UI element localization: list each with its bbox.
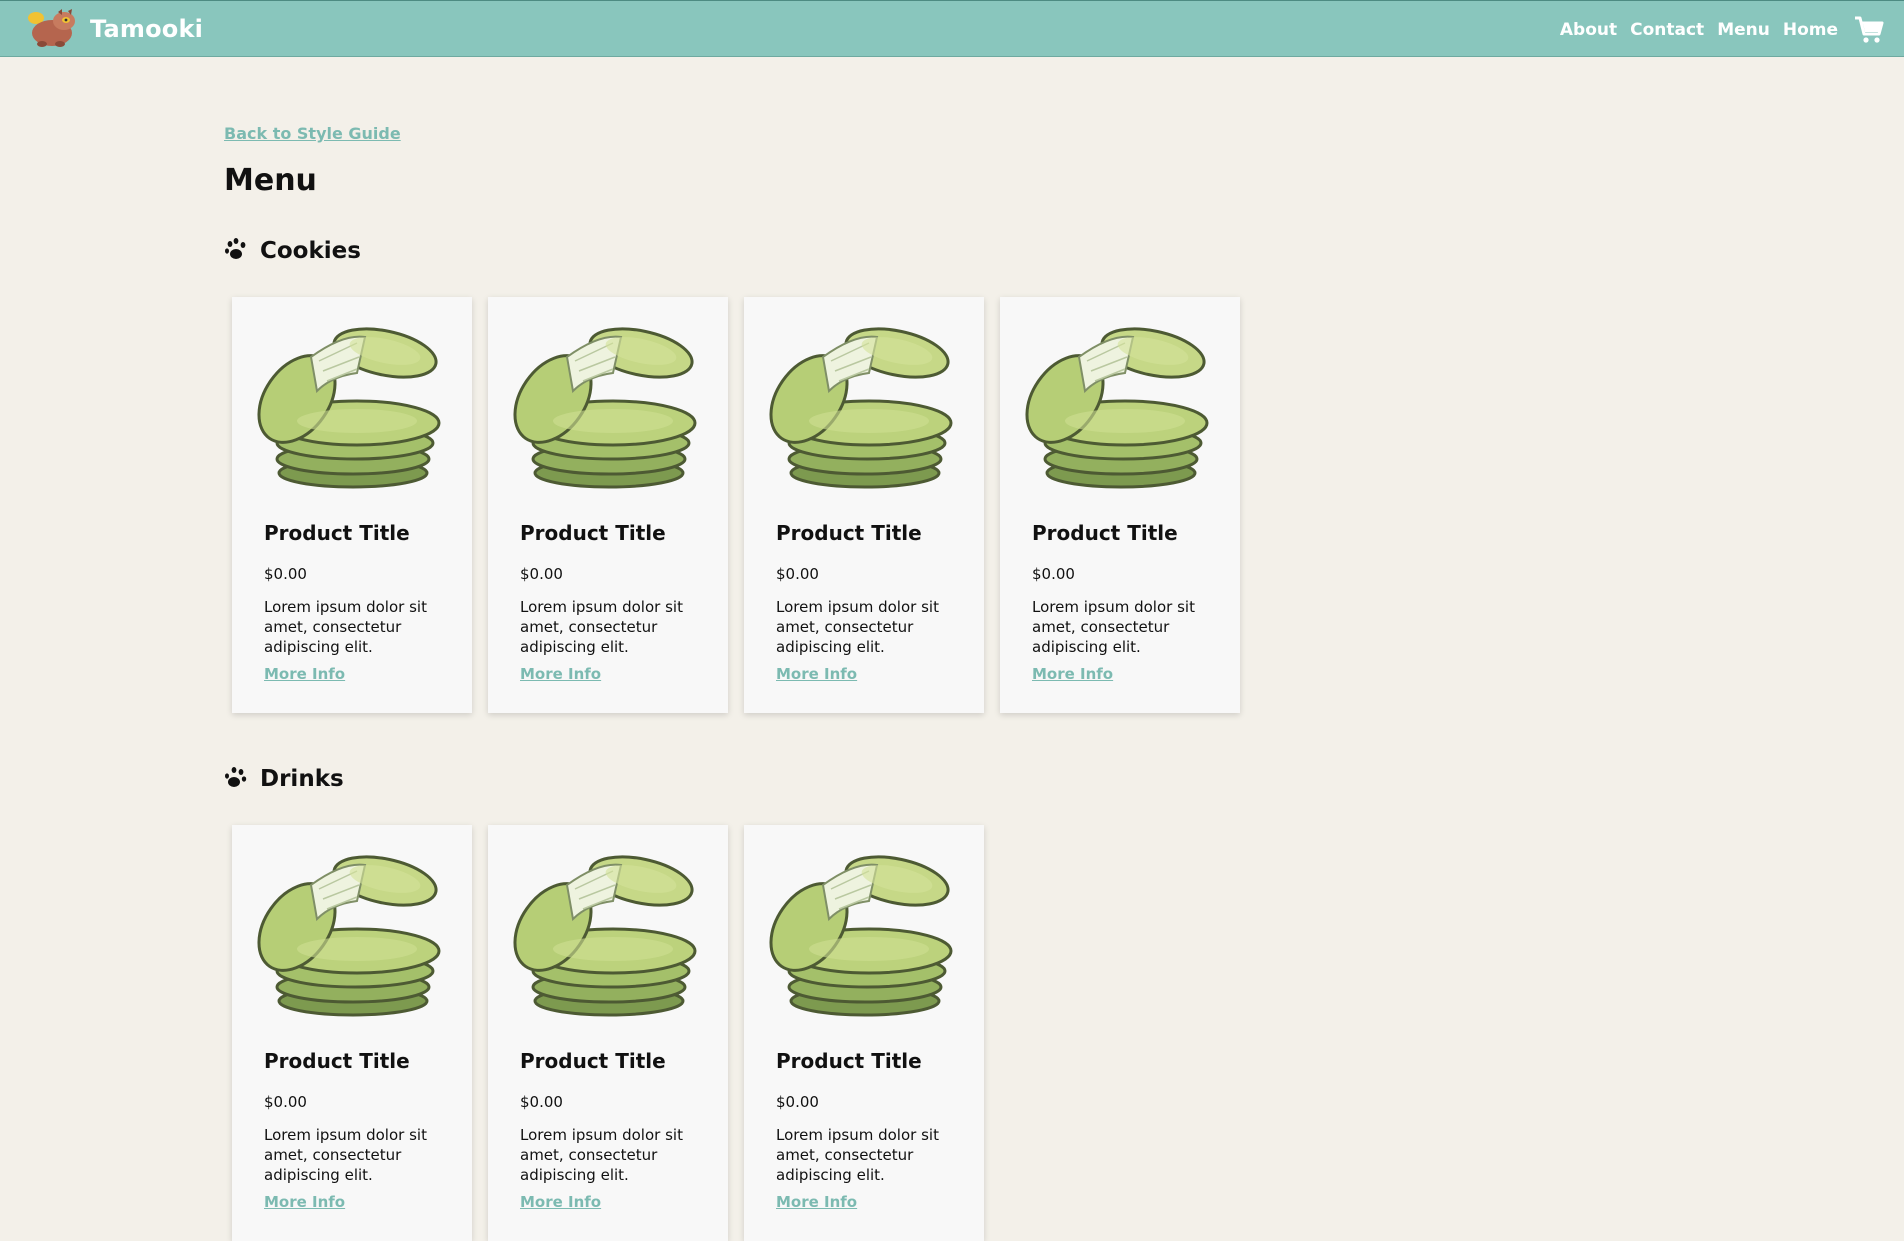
nav-menu[interactable]: Menu [1717, 20, 1770, 40]
product-description: Lorem ipsum dolor sit amet, consectetur … [520, 598, 683, 656]
cookie-stack-image [257, 321, 441, 491]
product-card: Product Title $0.00 Lorem ipsum dolor si… [744, 297, 984, 713]
product-card: Product Title $0.00 Lorem ipsum dolor si… [232, 825, 472, 1241]
section-drinks: Drinks Product Title $0.00 Lorem ipsum d… [224, 762, 984, 1241]
product-description: Lorem ipsum dolor sit amet, consectetur … [264, 598, 427, 656]
product-description: Lorem ipsum dolor sit amet, consectetur … [520, 1126, 683, 1184]
more-info-link[interactable]: More Info [264, 1193, 345, 1211]
product-price: $0.00 [1032, 565, 1075, 583]
product-title: Product Title [520, 1049, 666, 1073]
product-description: Lorem ipsum dolor sit amet, consectetur … [1032, 598, 1195, 656]
section-cookies: Cookies Product Title $0.00 Lorem ipsum … [224, 234, 1240, 713]
paw-print-icon [224, 764, 260, 794]
product-card: Product Title $0.00 Lorem ipsum dolor si… [744, 825, 984, 1241]
product-title: Product Title [1032, 521, 1178, 545]
product-description: Lorem ipsum dolor sit amet, consectetur … [776, 1126, 939, 1184]
product-description: Lorem ipsum dolor sit amet, consectetur … [776, 598, 939, 656]
section-header: Cookies [224, 234, 361, 268]
product-title: Product Title [264, 1049, 410, 1073]
more-info-link[interactable]: More Info [520, 665, 601, 683]
product-price: $0.00 [520, 565, 563, 583]
more-info-link[interactable]: More Info [520, 1193, 601, 1211]
product-grid: Product Title $0.00 Lorem ipsum dolor si… [232, 297, 1256, 713]
brand[interactable]: Tamooki [24, 7, 203, 51]
cookie-stack-image [513, 849, 697, 1019]
section-header: Drinks [224, 762, 344, 796]
product-card: Product Title $0.00 Lorem ipsum dolor si… [232, 297, 472, 713]
product-card: Product Title $0.00 Lorem ipsum dolor si… [488, 297, 728, 713]
nav-about[interactable]: About [1560, 20, 1617, 40]
cookie-stack-image [769, 849, 953, 1019]
product-price: $0.00 [776, 565, 819, 583]
section-title: Cookies [260, 238, 361, 264]
paw-print-icon [224, 236, 260, 266]
cookie-stack-image [1025, 321, 1209, 491]
product-title: Product Title [776, 1049, 922, 1073]
shopping-cart-icon[interactable] [1854, 16, 1884, 44]
more-info-link[interactable]: More Info [776, 1193, 857, 1211]
cookie-stack-image [513, 321, 697, 491]
nav-home[interactable]: Home [1783, 20, 1838, 40]
more-info-link[interactable]: More Info [264, 665, 345, 683]
back-to-style-guide-link[interactable]: Back to Style Guide [224, 124, 401, 143]
main-nav: About Contact Menu Home [1547, 1, 1884, 58]
product-title: Product Title [264, 521, 410, 545]
product-card: Product Title $0.00 Lorem ipsum dolor si… [488, 825, 728, 1241]
product-price: $0.00 [264, 1093, 307, 1111]
product-title: Product Title [776, 521, 922, 545]
product-price: $0.00 [776, 1093, 819, 1111]
section-title: Drinks [260, 766, 344, 792]
product-price: $0.00 [264, 565, 307, 583]
product-price: $0.00 [520, 1093, 563, 1111]
product-title: Product Title [520, 521, 666, 545]
cookie-stack-image [257, 849, 441, 1019]
product-grid: Product Title $0.00 Lorem ipsum dolor si… [232, 825, 1000, 1241]
nav-contact[interactable]: Contact [1630, 20, 1704, 40]
main-content: Back to Style Guide Menu Cookies Product… [224, 124, 1524, 1241]
brand-name: Tamooki [90, 15, 204, 43]
more-info-link[interactable]: More Info [776, 665, 857, 683]
product-description: Lorem ipsum dolor sit amet, consectetur … [264, 1126, 427, 1184]
top-navbar: Tamooki About Contact Menu Home [0, 0, 1904, 57]
cookie-stack-image [769, 321, 953, 491]
product-card: Product Title $0.00 Lorem ipsum dolor si… [1000, 297, 1240, 713]
more-info-link[interactable]: More Info [1032, 665, 1113, 683]
raccoon-logo-icon [24, 9, 80, 49]
page-title: Menu [224, 163, 317, 198]
